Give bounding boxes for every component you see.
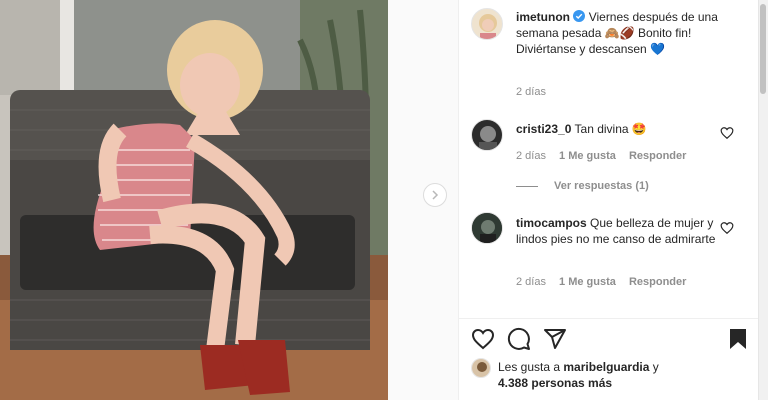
comment-icon[interactable] [507, 327, 531, 351]
author-username[interactable]: imetunon [516, 10, 570, 24]
comment-username[interactable]: cristi23_0 [516, 122, 571, 136]
share-icon[interactable] [543, 327, 567, 351]
author-avatar[interactable] [471, 8, 503, 40]
comment-age[interactable]: 2 días [516, 150, 546, 162]
comment-likes[interactable]: 1 Me gusta [559, 276, 616, 288]
like-comment-heart-icon[interactable] [720, 221, 734, 235]
comment-likes[interactable]: 1 Me gusta [559, 150, 616, 162]
post-image [0, 0, 388, 400]
commenter-avatar[interactable] [471, 212, 503, 244]
replies-line [516, 186, 538, 187]
post-photo[interactable] [0, 0, 388, 400]
reply-button[interactable]: Responder [629, 276, 686, 288]
scroll-thumb[interactable] [760, 4, 766, 94]
bookmark-icon[interactable] [726, 327, 750, 351]
caption: imetunon Viernes después de una semana p… [516, 9, 746, 57]
likes-count[interactable]: 4.388 personas más [498, 376, 612, 390]
comment: timocampos Que belleza de mujer y lindos… [516, 215, 716, 247]
caption-meta: 2 días [516, 85, 556, 99]
comment: cristi23_0 Tan divina 🤩 [516, 121, 716, 137]
liker-avatar[interactable] [471, 358, 491, 378]
liker-username[interactable]: maribelguardia [563, 360, 649, 374]
verified-badge-icon [573, 10, 586, 22]
next-photo-button[interactable] [423, 183, 447, 207]
comments-panel [458, 0, 758, 400]
comment-username[interactable]: timocampos [516, 216, 587, 230]
comment-meta: 2 días 1 Me gusta Responder [516, 275, 696, 289]
reply-button[interactable]: Responder [629, 150, 686, 162]
comment-text: Tan divina 🤩 [574, 122, 647, 136]
action-divider [458, 318, 758, 319]
chevron-right-icon [432, 190, 439, 200]
likes-summary[interactable]: Les gusta a maribelguardia y 4.388 perso… [498, 359, 738, 391]
commenter-avatar[interactable] [471, 119, 503, 151]
like-comment-heart-icon[interactable] [720, 126, 734, 140]
caption-age[interactable]: 2 días [516, 86, 546, 98]
heart-icon[interactable] [471, 327, 495, 351]
gutter [388, 0, 458, 400]
comment-meta: 2 días 1 Me gusta Responder [516, 149, 696, 163]
view-replies-button[interactable]: Ver respuestas (1) [554, 179, 659, 193]
comment-age[interactable]: 2 días [516, 276, 546, 288]
